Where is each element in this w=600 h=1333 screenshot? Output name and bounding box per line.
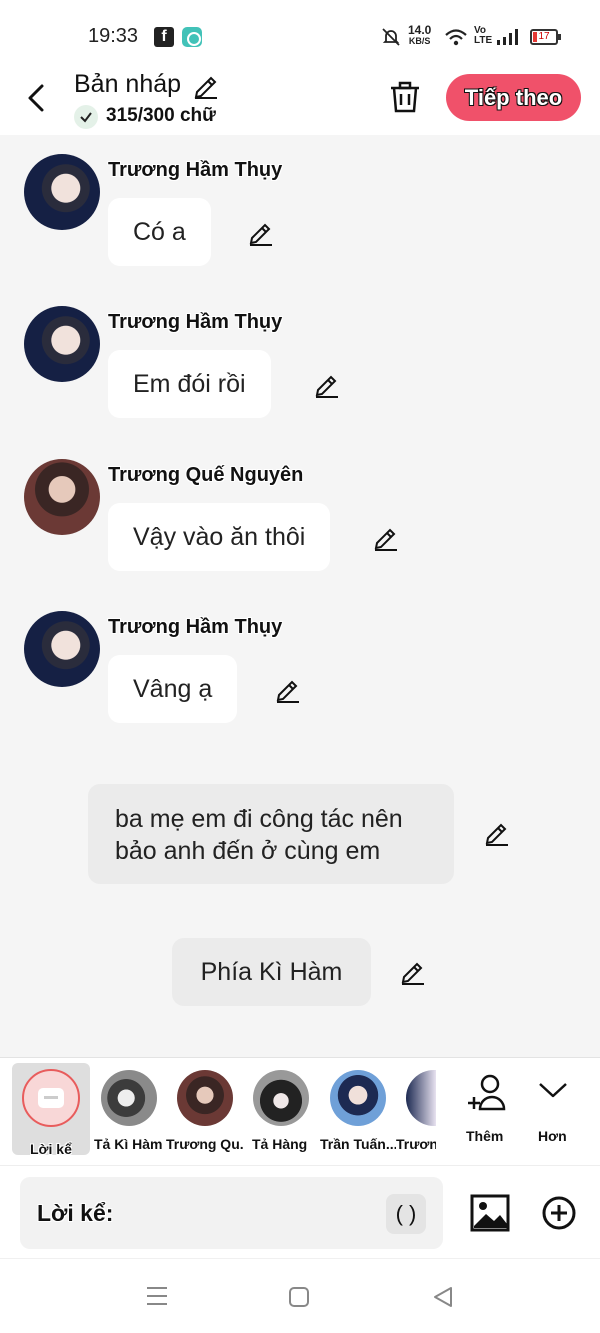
message-bubble[interactable]: Có a	[108, 198, 211, 266]
composer: Lời kể: ( )	[0, 1165, 600, 1258]
back-icon[interactable]	[432, 1286, 454, 1308]
narration-bubble[interactable]: Phía Kì Hàm	[172, 938, 371, 1006]
back-arrow-icon[interactable]	[22, 78, 52, 118]
edit-message-icon[interactable]	[312, 370, 342, 400]
character-name: Trương Hầm Thụy	[108, 159, 283, 181]
avatar-truong-ham-thuy[interactable]	[24, 306, 100, 382]
avatar-truong-ham-thuy[interactable]	[24, 154, 100, 230]
speed-unit: KB/S	[408, 36, 431, 46]
header: Bản nháp 315/300 chữ Tiếp theo	[0, 70, 600, 135]
add-character-icon[interactable]	[466, 1072, 508, 1114]
messenger-icon	[182, 27, 202, 47]
chevron-down-icon[interactable]	[537, 1078, 569, 1102]
chat-area: Trương Hầm Thụy Có a Trương Hầm Thụy Em …	[0, 135, 600, 1057]
narration-bubble[interactable]: ba mẹ em đi công tác nên bảo anh đến ở c…	[88, 784, 454, 884]
narration-line: ba mẹ em đi công tác nên	[115, 805, 403, 833]
bell-muted-icon	[382, 28, 400, 46]
word-count: 315/300 chữ	[106, 105, 216, 126]
narration-icon	[38, 1088, 64, 1108]
edit-message-icon[interactable]	[273, 675, 303, 705]
character-ta-ki-ham[interactable]	[101, 1070, 157, 1126]
character-name: Trương Hầm Thụy	[108, 616, 283, 638]
page-title: Bản nháp	[74, 70, 182, 98]
character-name: Trương Hầm Thụy	[108, 311, 283, 333]
narration-line: bảo anh đến ở cùng em	[115, 837, 381, 865]
menu-icon[interactable]	[145, 1285, 169, 1307]
character-truong-que-nguyen[interactable]	[177, 1070, 233, 1126]
character-label: Trươn	[396, 1136, 436, 1152]
character-narrator[interactable]: Lời kể	[12, 1063, 90, 1157]
add-icon[interactable]	[541, 1195, 577, 1231]
character-label: Trần Tuấn...	[320, 1136, 396, 1152]
status-time: 19:33	[88, 25, 139, 47]
battery-level: 17	[538, 31, 550, 42]
narration-input[interactable]: Lời kể: ( )	[20, 1177, 443, 1249]
character-name: Trương Quế Nguyên	[108, 464, 304, 486]
edit-title-icon[interactable]	[191, 70, 221, 100]
add-character-label[interactable]: Thêm	[466, 1128, 503, 1144]
network-speed: 14.0 KB/S	[408, 23, 432, 47]
edit-message-icon[interactable]	[482, 818, 512, 848]
message-bubble[interactable]: Vâng ạ	[108, 655, 238, 723]
character-label: Lời kể	[30, 1141, 72, 1157]
image-icon[interactable]	[470, 1194, 510, 1232]
saved-check-icon	[74, 105, 98, 129]
edit-message-icon[interactable]	[246, 218, 276, 248]
signal-icon	[497, 29, 518, 45]
character-label: Trương Qu...	[166, 1136, 244, 1152]
character-truong[interactable]	[406, 1070, 436, 1126]
character-selector: Lời kể Tả Kì Hàm Trương Qu... Tả Hàng Tr…	[0, 1057, 600, 1165]
next-button[interactable]: Tiếp theo	[446, 74, 581, 121]
home-icon[interactable]	[288, 1286, 310, 1308]
wifi-icon	[445, 29, 467, 46]
edit-message-icon[interactable]	[398, 957, 428, 987]
avatar-truong-que-nguyen[interactable]	[24, 459, 100, 535]
edit-message-icon[interactable]	[371, 523, 401, 553]
battery-icon: 17	[530, 29, 561, 45]
character-ta-hang[interactable]	[253, 1070, 309, 1126]
trash-icon[interactable]	[388, 80, 422, 114]
character-label: Tả Kì Hàm	[94, 1136, 163, 1152]
message-bubble[interactable]: Vậy vào ăn thôi	[108, 503, 331, 571]
message-bubble[interactable]: Em đói rồi	[108, 350, 271, 418]
volte-indicator: Vo LTE	[474, 25, 493, 46]
character-label: Tả Hàng	[252, 1136, 308, 1152]
avatar-truong-ham-thuy[interactable]	[24, 611, 100, 687]
parentheses-button[interactable]: ( )	[386, 1194, 426, 1234]
facebook-icon: f	[154, 27, 174, 47]
input-label: Lời kể:	[37, 1200, 114, 1226]
narrator-avatar	[22, 1069, 80, 1127]
character-tran-tuan[interactable]	[330, 1070, 386, 1126]
system-nav-bar	[0, 1258, 600, 1333]
more-label[interactable]: Hơn	[538, 1128, 567, 1144]
speed-value: 14.0	[408, 23, 432, 37]
status-bar: 19:33 f 14.0 KB/S Vo LTE 17	[0, 0, 600, 70]
